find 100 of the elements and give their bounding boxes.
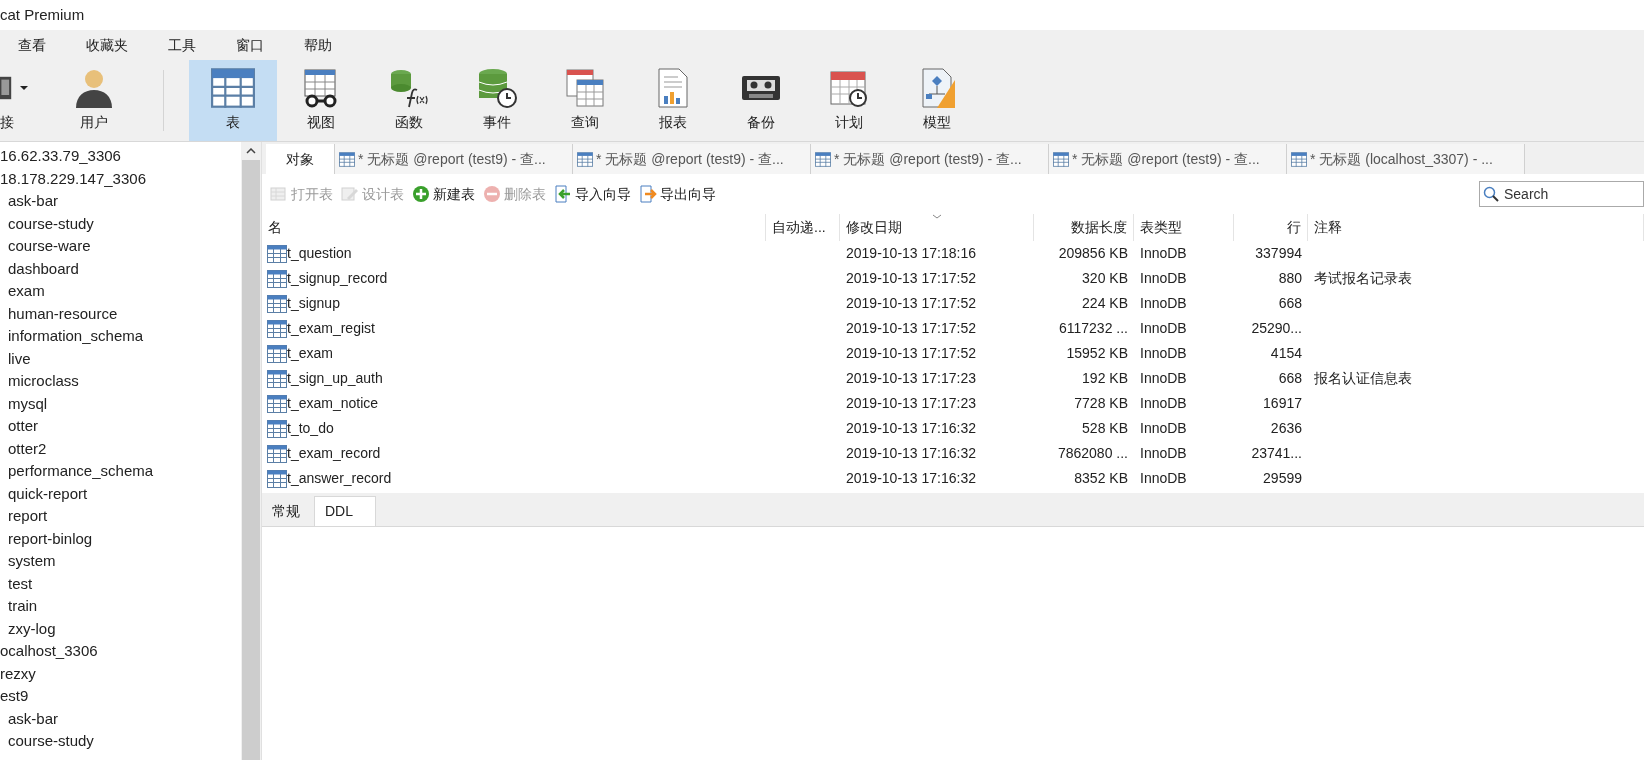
tab[interactable]: * 无标题 @report (test9) - 查... bbox=[573, 144, 811, 174]
toolbar-button[interactable]: 用户 bbox=[50, 60, 138, 141]
tree-item[interactable]: ask-bar bbox=[0, 707, 241, 730]
table-icon bbox=[267, 344, 287, 363]
action-button[interactable]: 导出向导 bbox=[639, 183, 716, 205]
tree-item[interactable]: est9 bbox=[0, 685, 241, 708]
table-cell-text: InnoDB bbox=[1140, 319, 1187, 338]
table-cell-text: InnoDB bbox=[1140, 394, 1187, 413]
tab[interactable]: 常规 bbox=[262, 496, 314, 526]
tree-item[interactable]: otter2 bbox=[0, 437, 241, 460]
toolbar-button[interactable]: 表 bbox=[189, 60, 277, 141]
tab[interactable]: * 无标题 @report (test9) - 查... bbox=[1049, 144, 1287, 174]
table-icon bbox=[267, 269, 287, 288]
table-cell-text: 192 KB bbox=[1082, 369, 1128, 388]
column-header[interactable]: 行 bbox=[1234, 214, 1308, 241]
toolbar-button[interactable]: 视图 bbox=[277, 60, 365, 141]
toolbar-button[interactable]: 备份 bbox=[717, 60, 805, 141]
table-cell-text: 2019-10-13 17:17:52 bbox=[846, 269, 976, 288]
tree-item[interactable]: system bbox=[0, 550, 241, 573]
table-icon bbox=[267, 394, 287, 413]
table-cell-text: 25290... bbox=[1251, 319, 1302, 338]
column-header[interactable]: 自动递... bbox=[766, 214, 840, 241]
table-icon bbox=[211, 68, 255, 108]
sort-icon bbox=[931, 214, 942, 219]
toolbar-button[interactable]: 模型 bbox=[893, 60, 981, 141]
table-cell[interactable]: t_sign_up_auth bbox=[287, 368, 383, 389]
column-header[interactable]: 表类型 bbox=[1134, 214, 1234, 241]
table-cell[interactable]: t_exam_notice bbox=[287, 393, 379, 414]
table-cell-text: 2019-10-13 17:17:52 bbox=[846, 319, 976, 338]
tree-item[interactable]: mysql bbox=[0, 392, 241, 415]
tree-item[interactable]: test bbox=[0, 572, 241, 595]
tree-item[interactable]: report bbox=[0, 505, 241, 528]
query-table-icon bbox=[1053, 151, 1069, 167]
search-field[interactable]: Search bbox=[1479, 181, 1644, 207]
tree-item[interactable]: performance_schema bbox=[0, 460, 241, 483]
table-icon bbox=[267, 444, 287, 463]
table-cell-text: 2019-10-13 17:16:32 bbox=[846, 469, 976, 488]
tree-item[interactable]: otter bbox=[0, 415, 241, 438]
tab[interactable]: * 无标题 (localhost_3307) - ... bbox=[1287, 144, 1525, 174]
toolbar-button[interactable]: 函数 bbox=[365, 60, 453, 141]
tree-item[interactable]: quick-report bbox=[0, 482, 241, 505]
tree-item[interactable]: 18.178.229.147_3306 bbox=[0, 167, 241, 190]
tree-item[interactable]: information_schema bbox=[0, 325, 241, 348]
tree-item[interactable]: zxy-log bbox=[0, 617, 241, 640]
menu-item[interactable]: 窗口 bbox=[226, 34, 274, 56]
tree-item[interactable]: microclass bbox=[0, 370, 241, 393]
column-header[interactable]: 数据长度 bbox=[1034, 214, 1134, 241]
toolbar-button[interactable]: 查询 bbox=[541, 60, 629, 141]
table-cell-text: 2019-10-13 17:17:52 bbox=[846, 294, 976, 313]
tree-item[interactable]: exam bbox=[0, 280, 241, 303]
table-cell-text: InnoDB bbox=[1140, 369, 1187, 388]
tree-item[interactable]: dashboard bbox=[0, 257, 241, 280]
table-cell-text: 2019-10-13 17:18:16 bbox=[846, 244, 976, 263]
table-cell[interactable]: t_question bbox=[287, 243, 352, 264]
tree-item[interactable]: course-ware bbox=[0, 235, 241, 258]
tab[interactable]: 对象 bbox=[266, 144, 335, 174]
tree-item[interactable]: course-study bbox=[0, 730, 241, 753]
tree-item[interactable]: course-study bbox=[0, 212, 241, 235]
tree-item[interactable]: report-binlog bbox=[0, 527, 241, 550]
tree-item[interactable]: ask-bar bbox=[0, 190, 241, 213]
import-icon bbox=[554, 185, 572, 203]
menu-item[interactable]: 收藏夹 bbox=[76, 34, 138, 56]
column-header[interactable]: 名 bbox=[262, 214, 766, 241]
toolbar-button[interactable]: 计划 bbox=[805, 60, 893, 141]
table-cell[interactable]: t_exam_record bbox=[287, 443, 381, 464]
toolbar-button[interactable]: 报表 bbox=[629, 60, 717, 141]
menu-item[interactable]: 帮助 bbox=[294, 34, 342, 56]
table-cell-text: 4154 bbox=[1270, 344, 1302, 363]
scroll-up-icon[interactable] bbox=[246, 148, 256, 154]
open-table-icon bbox=[270, 185, 288, 203]
menu-item[interactable]: 查看 bbox=[8, 34, 56, 56]
tab-label: * 无标题 @report (test9) - 查... bbox=[596, 149, 784, 169]
tab[interactable]: DDL bbox=[314, 496, 376, 526]
table-cell[interactable]: t_exam bbox=[287, 343, 333, 364]
table-cell-text: 2019-10-13 17:16:32 bbox=[846, 419, 976, 438]
window-title: cat Premium bbox=[0, 4, 85, 25]
table-cell[interactable]: t_signup_record bbox=[287, 268, 388, 289]
table-cell-text: 209856 KB bbox=[1058, 244, 1128, 263]
tab-label: * 无标题 (localhost_3307) - ... bbox=[1310, 149, 1493, 169]
column-header[interactable]: 修改日期 bbox=[840, 214, 1034, 241]
scrollbar[interactable] bbox=[241, 142, 261, 760]
action-button[interactable]: 新建表 bbox=[412, 183, 475, 205]
action-button[interactable]: 导入向导 bbox=[554, 183, 631, 205]
column-header[interactable]: 注释 bbox=[1308, 214, 1644, 241]
tree-item[interactable]: 16.62.33.79_3306 bbox=[0, 145, 241, 168]
table-cell[interactable]: t_signup bbox=[287, 293, 340, 314]
tree-item[interactable]: human-resource bbox=[0, 302, 241, 325]
toolbar-button[interactable]: 接 bbox=[0, 60, 50, 141]
tab[interactable]: * 无标题 @report (test9) - 查... bbox=[335, 144, 573, 174]
table-cell-text: 337994 bbox=[1255, 244, 1302, 263]
table-cell[interactable]: t_exam_regist bbox=[287, 318, 375, 339]
menu-item[interactable]: 工具 bbox=[158, 34, 206, 56]
tree-item[interactable]: ocalhost_3306 bbox=[0, 640, 241, 663]
toolbar-button[interactable]: 事件 bbox=[453, 60, 541, 141]
table-cell[interactable]: t_to_do bbox=[287, 418, 334, 439]
table-cell[interactable]: t_answer_record bbox=[287, 468, 392, 489]
tab[interactable]: * 无标题 @report (test9) - 查... bbox=[811, 144, 1049, 174]
tree-item[interactable]: train bbox=[0, 595, 241, 618]
tree-item[interactable]: rezxy bbox=[0, 662, 241, 685]
tree-item[interactable]: live bbox=[0, 347, 241, 370]
